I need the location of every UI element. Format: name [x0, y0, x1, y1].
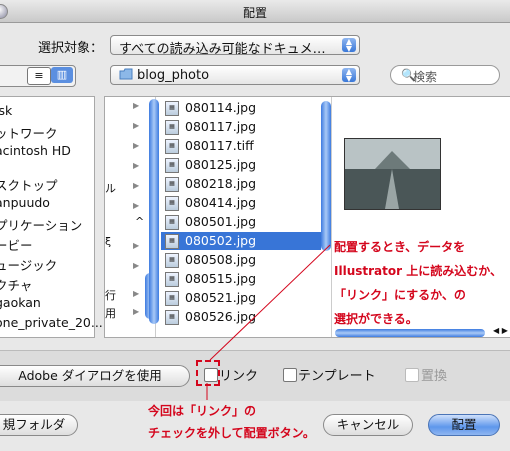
link-annotation-line1: 今回は「リンク」の [148, 404, 257, 418]
annotation-lines [206, 244, 331, 400]
preview-annotation-line2: Illustrator 上に読み込むか、 [334, 264, 502, 278]
link-annotation-line2: チェックを外して配置ボタン。 [148, 426, 315, 440]
place-dialog: 配置 選択対象： すべての読み込み可能なドキュメ… ▲ ▼ ≡ ▥ blog_ph… [0, 0, 510, 451]
annotation-line-preview [209, 244, 331, 361]
preview-annotation-line4: 選択ができる。 [334, 312, 418, 326]
preview-annotation-line3: 「リンク」にするか、の [334, 288, 466, 302]
preview-annotation-line1: 配置するとき、データを [334, 240, 466, 254]
